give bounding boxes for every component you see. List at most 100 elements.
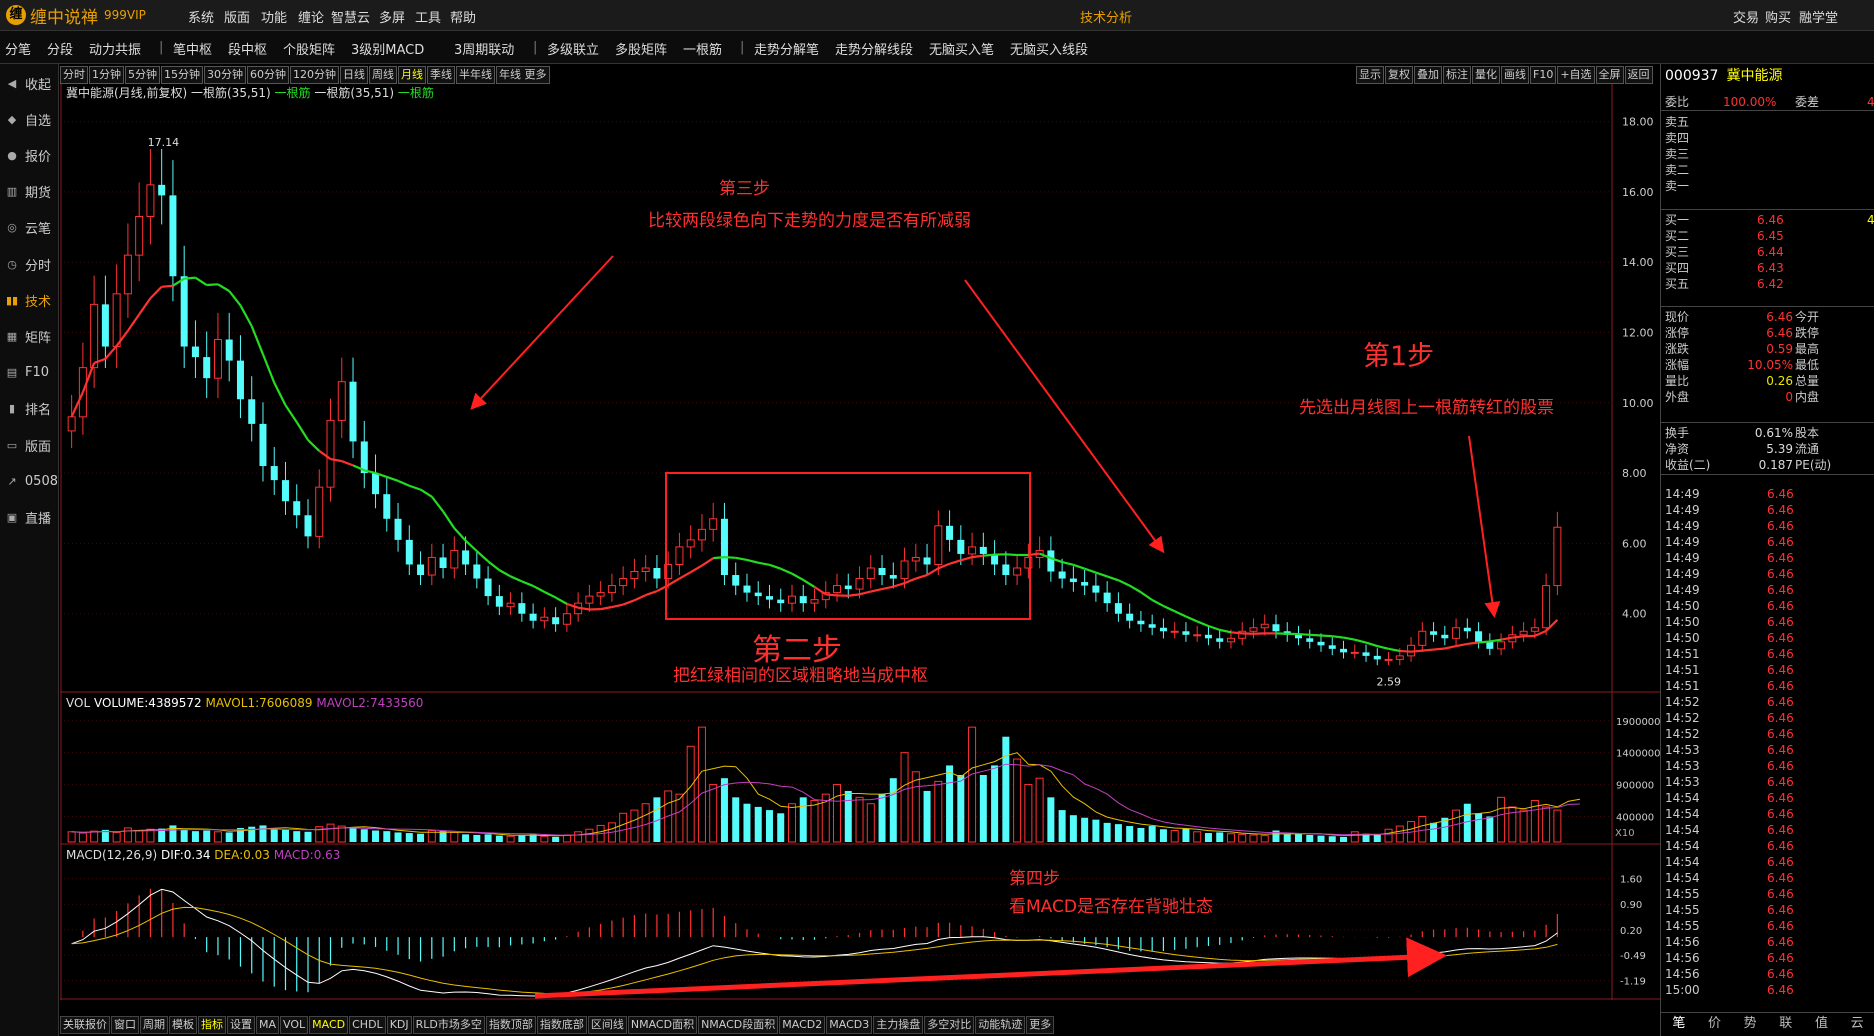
nav-item-5[interactable]: 段中枢: [228, 39, 267, 58]
menu-5[interactable]: 多屏: [379, 7, 405, 26]
panel-tab-0[interactable]: 笔: [1672, 1013, 1685, 1035]
tool-7[interactable]: +自选: [1557, 66, 1595, 84]
tool-9[interactable]: 返回: [1624, 66, 1653, 84]
period-6[interactable]: 120分钟: [290, 66, 339, 84]
sidebar-item-timeshare[interactable]: ◷ 分时: [0, 249, 58, 279]
tool-1[interactable]: 复权: [1385, 66, 1413, 84]
indicator-tab-18[interactable]: MACD3: [826, 1016, 873, 1034]
indicator-tab-14[interactable]: 区间线: [587, 1016, 627, 1034]
indicator-tab-10[interactable]: KDJ: [386, 1016, 412, 1034]
nav-item-6[interactable]: 个股矩阵: [283, 39, 335, 58]
period-8[interactable]: 周线: [369, 66, 397, 84]
period-9[interactable]: 月线: [398, 66, 426, 84]
tool-2[interactable]: 叠加: [1414, 66, 1442, 84]
volume-bar: [135, 830, 144, 843]
nav-item-14[interactable]: 走势分解笔: [754, 39, 819, 58]
nav-item-12[interactable]: 一根筋: [683, 39, 722, 58]
period-11[interactable]: 半年线: [456, 66, 495, 84]
sidebar-item-layout[interactable]: ▭ 版面: [0, 430, 58, 460]
sidebar-item-chart[interactable]: ↗ 0508: [0, 466, 58, 496]
indicator-tab-8[interactable]: MACD: [309, 1016, 349, 1034]
indicator-tab-2[interactable]: 周期: [140, 1016, 168, 1034]
sidebar-item-f10[interactable]: ▤ F10: [0, 358, 58, 388]
indicator-tab-11[interactable]: RLD市场多空: [412, 1016, 485, 1034]
indicator-tab-13[interactable]: 指数底部: [536, 1016, 587, 1034]
menu-right-1[interactable]: 购买: [1765, 7, 1791, 26]
sidebar-item-quote[interactable]: ● 报价: [0, 140, 58, 170]
tool-4[interactable]: 量化: [1472, 66, 1500, 84]
indicator-tab-16[interactable]: NMACD段面积: [698, 1016, 779, 1034]
period-5[interactable]: 60分钟: [247, 66, 289, 84]
nav-item-4[interactable]: 笔中枢: [173, 39, 212, 58]
indicator-tab-12[interactable]: 指数顶部: [485, 1016, 536, 1034]
tool-5[interactable]: 画线: [1501, 66, 1529, 84]
menu-4[interactable]: 智慧云: [331, 7, 370, 26]
indicator-tab-15[interactable]: NMACD面积: [627, 1016, 698, 1034]
nav-item-0[interactable]: 分笔: [5, 39, 31, 58]
indicator-tab-7[interactable]: VOL: [280, 1016, 309, 1034]
period-2[interactable]: 5分钟: [125, 66, 160, 84]
sidebar-item-star[interactable]: ◆ 自选: [0, 104, 58, 134]
nav-item-17[interactable]: 无脑买入线段: [1010, 39, 1088, 58]
menu-right-0[interactable]: 交易: [1733, 7, 1759, 26]
sidebar-item-cloud[interactable]: ◎ 云笔: [0, 213, 58, 243]
menu-6[interactable]: 工具: [415, 7, 441, 26]
period-0[interactable]: 分时: [60, 66, 88, 84]
volume-bar: [417, 833, 425, 842]
indicator-tab-5[interactable]: 设置: [227, 1016, 255, 1034]
period-12[interactable]: 年线 更多: [496, 66, 550, 84]
tool-6[interactable]: F10: [1530, 66, 1557, 84]
indicator-tab-21[interactable]: 动能轨迹: [975, 1016, 1026, 1034]
menu-2[interactable]: 功能: [261, 7, 287, 26]
volume-bar: [619, 812, 628, 843]
menu-1[interactable]: 版面: [224, 7, 250, 26]
nav-item-15[interactable]: 走势分解线段: [835, 39, 913, 58]
tool-0[interactable]: 显示: [1356, 66, 1384, 84]
indicator-tab-6[interactable]: MA: [256, 1016, 280, 1034]
app-logo[interactable]: 缠 缠中说禅 999VIP: [6, 5, 146, 28]
indicator-tab-22[interactable]: 更多: [1026, 1016, 1055, 1034]
tool-3[interactable]: 标注: [1443, 66, 1471, 84]
cloud-icon: ◎: [7, 221, 17, 235]
panel-tab-4[interactable]: 值: [1815, 1013, 1828, 1035]
sidebar-item-matrix[interactable]: ▦ 矩阵: [0, 321, 58, 351]
indicator-tab-3[interactable]: 模板: [169, 1016, 197, 1034]
nav-item-1[interactable]: 分段: [47, 39, 73, 58]
indicator-tab-17[interactable]: MACD2: [779, 1016, 826, 1034]
menu-3[interactable]: 缠论: [298, 7, 324, 26]
indicator-tab-1[interactable]: 窗口: [111, 1016, 139, 1034]
chart-icon: ↗: [7, 474, 17, 488]
nav-item-8[interactable]: 3周期联动: [454, 39, 514, 58]
nav-item-10[interactable]: 多级联立: [547, 39, 599, 58]
sidebar-item-futures[interactable]: ▥ 期货: [0, 177, 58, 207]
panel-tab-1[interactable]: 价: [1708, 1013, 1721, 1035]
sidebar-item-ranking[interactable]: ▮ 排名: [0, 394, 58, 424]
menu-right-2[interactable]: 融学堂: [1799, 7, 1838, 26]
period-3[interactable]: 15分钟: [161, 66, 203, 84]
period-7[interactable]: 日线: [340, 66, 368, 84]
stat-row: 现价 6.46 今开: [1665, 309, 1874, 325]
period-4[interactable]: 30分钟: [204, 66, 246, 84]
sidebar-item-live[interactable]: ▣ 直播: [0, 502, 58, 532]
indicator-tab-20[interactable]: 多空对比: [924, 1016, 975, 1034]
indicator-tab-0[interactable]: 关联报价: [60, 1016, 110, 1034]
period-1[interactable]: 1分钟: [89, 66, 124, 84]
indicator-tab-9[interactable]: CHDL: [349, 1016, 386, 1034]
sidebar-item-collapse[interactable]: ◀ 收起: [0, 68, 58, 98]
nav-item-2[interactable]: 动力共振: [89, 39, 141, 58]
period-10[interactable]: 季线: [427, 66, 455, 84]
indicator-tab-4[interactable]: 指标: [198, 1016, 226, 1034]
nav-item-7[interactable]: 3级别MACD: [351, 39, 424, 58]
sidebar-label: 分时: [25, 258, 52, 274]
indicator-tab-19[interactable]: 主力操盘: [873, 1016, 924, 1034]
nav-item-11[interactable]: 多股矩阵: [615, 39, 667, 58]
panel-tab-2[interactable]: 势: [1744, 1013, 1757, 1035]
menu-0[interactable]: 系统: [188, 7, 214, 26]
tool-8[interactable]: 全屏: [1595, 66, 1624, 84]
sidebar-item-technical[interactable]: ▮▮ 技术: [0, 285, 58, 315]
panel-tab-3[interactable]: 联: [1779, 1013, 1792, 1035]
nav-item-16[interactable]: 无脑买入笔: [929, 39, 994, 58]
menu-7[interactable]: 帮助: [450, 7, 476, 26]
panel-tab-5[interactable]: 云: [1851, 1013, 1864, 1035]
buy-price: 6.43: [1757, 261, 1784, 275]
